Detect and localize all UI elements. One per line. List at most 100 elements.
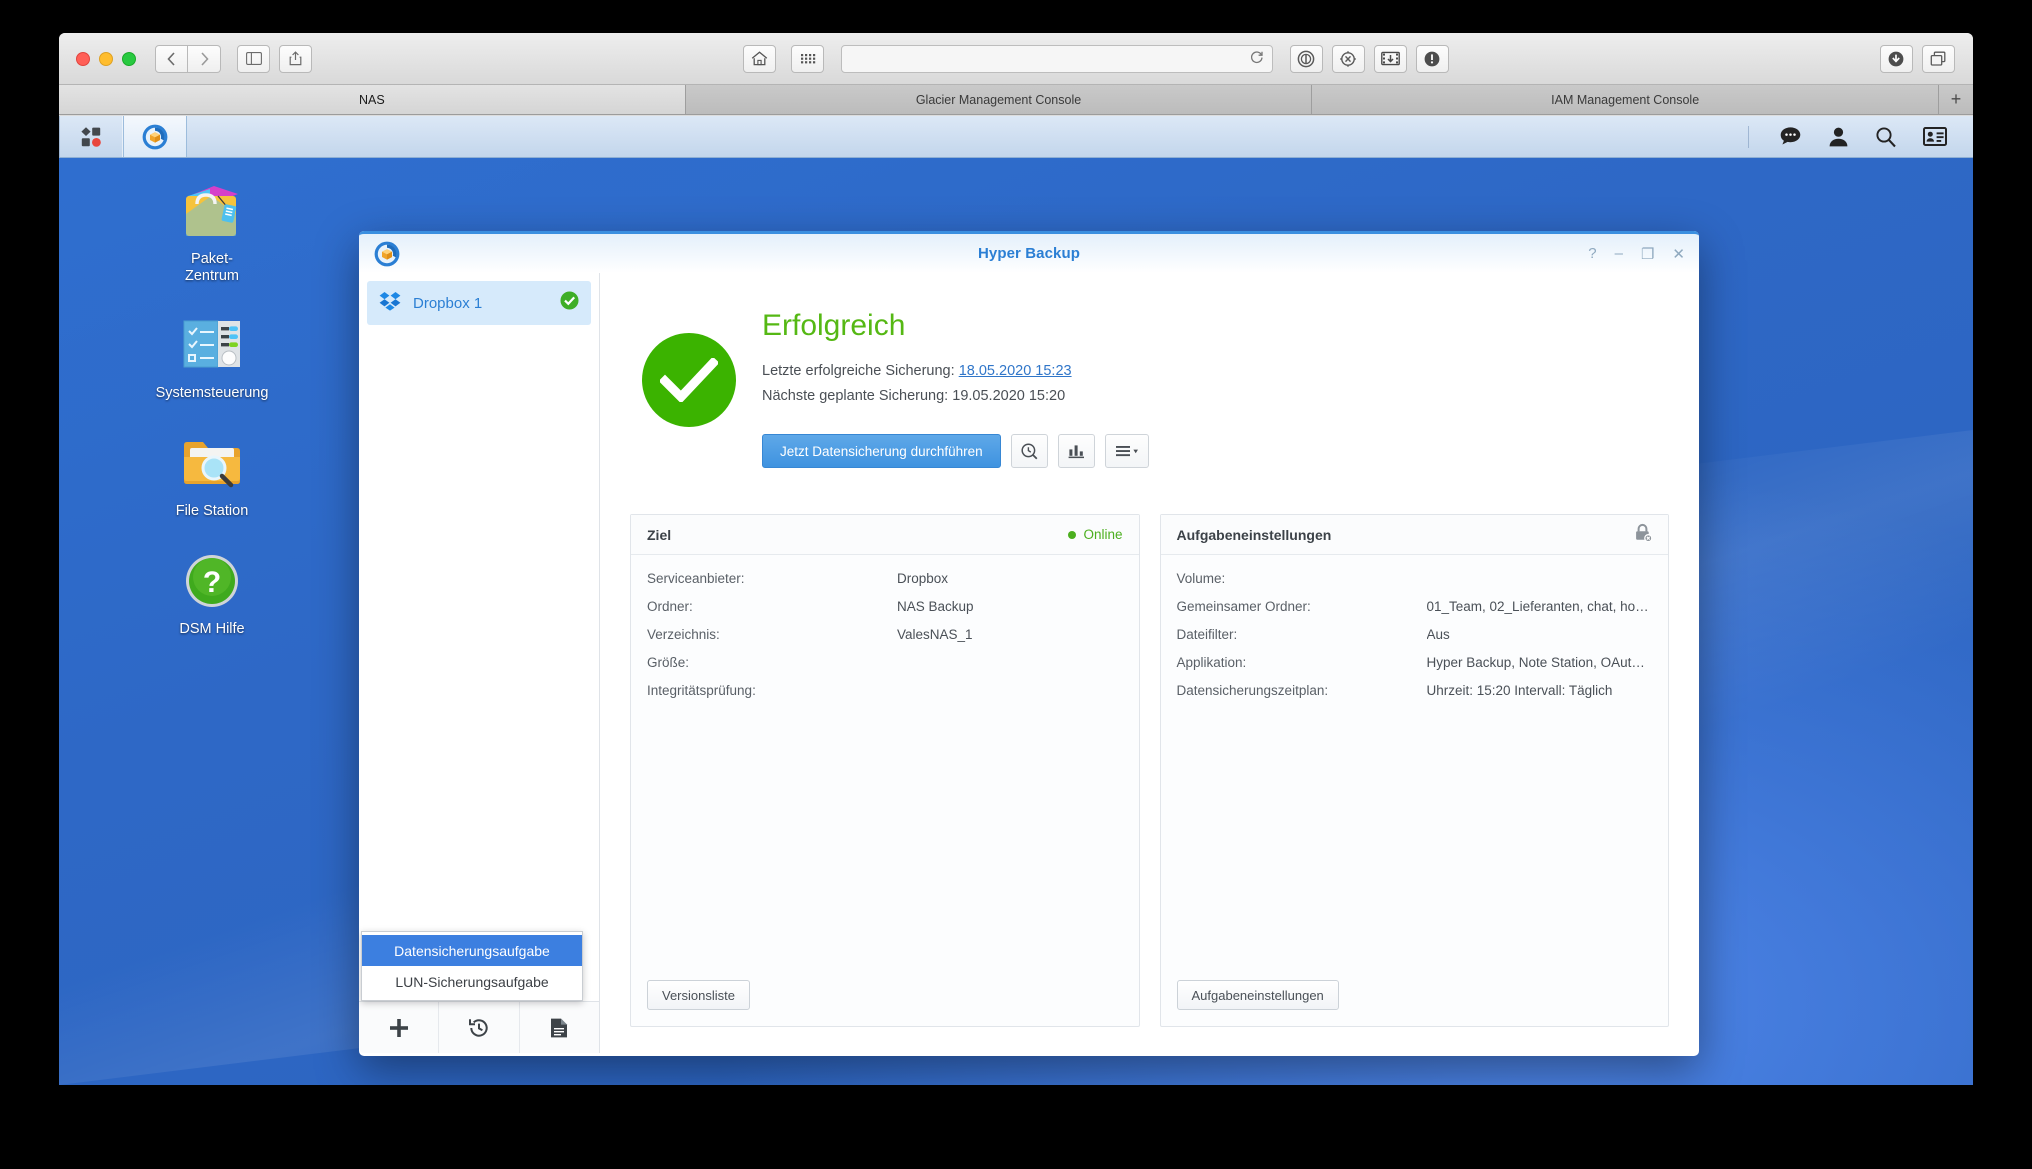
task-settings-panel-header: Aufgabeneinstellungen	[1160, 515, 1668, 555]
restore-button[interactable]	[439, 1002, 520, 1053]
close-button[interactable]: ✕	[1672, 245, 1685, 263]
detail-key: Integritätsprüfung:	[647, 683, 756, 698]
detail-key: Applikation:	[1176, 655, 1247, 670]
hyper-backup-icon	[373, 240, 401, 273]
task-settings-button[interactable]: Aufgabeneinstellungen	[1176, 980, 1339, 1010]
detail-key: Datensicherungszeitplan:	[1176, 683, 1329, 698]
task-settings-panel: Aufgabeneinstellungen Volume: Gemeinsame…	[1159, 514, 1669, 1027]
tab-strip: NAS Glacier Management Console IAM Manag…	[59, 85, 1973, 115]
detail-value	[897, 655, 1123, 670]
desktop-icon-systemsteuerung[interactable]: Systemsteuerung	[147, 312, 277, 402]
detail-value: 01_Team, 02_Lieferanten, chat, homes	[1426, 599, 1653, 614]
help-button[interactable]: ?	[1588, 245, 1596, 262]
file-station-icon	[147, 430, 277, 496]
hyper-backup-title-bar[interactable]: Hyper Backup ? – ❐ ✕	[359, 231, 1699, 273]
detail-row: Applikation: Hyper Backup, Note Station,…	[1177, 655, 1653, 670]
detail-value: Uhrzeit: 15:20 Intervall: Täglich	[1426, 683, 1613, 698]
alert-icon[interactable]	[1415, 44, 1449, 73]
home-icon[interactable]	[743, 44, 777, 73]
online-status-label: Online	[1083, 527, 1123, 542]
tab-label: IAM Management Console	[1551, 92, 1700, 107]
forward-icon[interactable]	[188, 44, 221, 73]
detail-value: NAS Backup	[897, 599, 974, 614]
detail-value	[1427, 571, 1653, 586]
minimize-button[interactable]: –	[1615, 245, 1623, 262]
detail-panels: Ziel Online Serviceanbieter: Dropbox Ord…	[630, 514, 1669, 1053]
menu-item-label: LUN-Sicherungsaufgabe	[395, 973, 549, 990]
notifications-icon[interactable]	[1779, 126, 1802, 147]
desktop-icon-dsm-hilfe[interactable]: ? DSM Hilfe	[147, 548, 277, 638]
desktop-icon-label: File Station	[175, 503, 249, 520]
search-icon[interactable]	[1875, 126, 1897, 148]
desktop-icon-list: Paket- Zentrum Systemsteuerung File Stat…	[147, 178, 277, 665]
version-list-button[interactable]: Versionsliste	[647, 980, 750, 1010]
window-title: Hyper Backup	[977, 245, 1081, 262]
ghostery-icon[interactable]	[1331, 44, 1365, 73]
share-icon[interactable]	[279, 44, 312, 73]
url-input[interactable]	[850, 51, 1250, 66]
next-backup-label: Nächste geplante Sicherung:	[762, 388, 949, 404]
task-sidebar: Dropbox 1 Datensicherungsaufgabe LUN-Sic…	[359, 273, 600, 1053]
detail-value: ValesNAS_1	[897, 627, 973, 642]
action-button-row: Jetzt Datensicherung durchführen	[762, 434, 1149, 468]
menu-item-lun-sicherungsaufgabe[interactable]: LUN-Sicherungsaufgabe	[362, 966, 582, 997]
user-icon[interactable]	[1828, 126, 1849, 147]
widgets-icon[interactable]	[1923, 127, 1947, 146]
tab-overview-icon[interactable]	[1921, 44, 1955, 73]
window-controls: ? – ❐ ✕	[1588, 245, 1685, 263]
reload-icon[interactable]	[1250, 50, 1264, 68]
desktop-icon-label: Systemsteuerung	[155, 385, 269, 402]
more-actions-button[interactable]	[1104, 434, 1149, 468]
last-backup-link[interactable]: 18.05.2020 15:23	[959, 363, 1072, 379]
help-icon: ?	[147, 548, 277, 614]
tab-nas[interactable]: NAS	[59, 85, 686, 114]
tab-iam-management-console[interactable]: IAM Management Console	[1312, 85, 1940, 114]
encryption-status	[1634, 523, 1653, 547]
detail-key: Dateifilter:	[1176, 627, 1238, 642]
sidebar-item-dropbox-1[interactable]: Dropbox 1	[367, 281, 591, 325]
desktop-icon-file-station[interactable]: File Station	[147, 430, 277, 520]
desktop-icon-label: Paket- Zentrum	[185, 251, 239, 284]
adblock-icon[interactable]	[1289, 44, 1323, 73]
show-all-tabs-icon[interactable]	[791, 44, 825, 73]
next-backup-line: Nächste geplante Sicherung: 19.05.2020 1…	[762, 388, 1149, 404]
statistics-button[interactable]	[1057, 434, 1095, 468]
log-button[interactable]	[520, 1002, 599, 1053]
video-download-icon[interactable]	[1373, 44, 1407, 73]
tab-glacier-management-console[interactable]: Glacier Management Console	[685, 85, 1313, 114]
last-backup-label: Letzte erfolgreiche Sicherung:	[762, 363, 955, 379]
hyper-backup-window: Hyper Backup ? – ❐ ✕ Dropbox 1 Datensich…	[359, 231, 1699, 1056]
detail-row: Ordner: NAS Backup	[647, 599, 1123, 614]
downloads-icon[interactable]	[1879, 44, 1913, 73]
last-backup-line: Letzte erfolgreiche Sicherung: 18.05.202…	[762, 363, 1149, 379]
explore-backup-button[interactable]	[1010, 434, 1048, 468]
taskbar-app-hyper-backup[interactable]	[123, 116, 187, 157]
next-backup-value: 19.05.2020 15:20	[952, 388, 1066, 404]
minimize-window-button[interactable]	[99, 51, 113, 66]
menu-item-datensicherungsaufgabe[interactable]: Datensicherungsaufgabe	[362, 935, 582, 966]
detail-row: Datensicherungszeitplan: Uhrzeit: 15:20 …	[1177, 683, 1653, 698]
detail-key: Ordner:	[647, 599, 693, 614]
status-success-icon	[642, 333, 736, 427]
hyper-backup-body: Dropbox 1 Datensicherungsaufgabe LUN-Sic…	[359, 273, 1699, 1053]
target-status: Online	[1068, 527, 1123, 542]
zoom-window-button[interactable]	[122, 51, 136, 66]
target-panel-body: Serviceanbieter: Dropbox Ordner: NAS Bac…	[631, 555, 1139, 966]
new-tab-button[interactable]: +	[1939, 85, 1973, 114]
add-task-button[interactable]	[359, 1002, 440, 1053]
add-task-popup-menu: Datensicherungsaufgabe LUN-Sicherungsauf…	[361, 931, 583, 1001]
run-backup-now-button[interactable]: Jetzt Datensicherung durchführen	[762, 434, 1001, 468]
back-icon[interactable]	[155, 44, 188, 73]
maximize-button[interactable]: ❐	[1641, 245, 1654, 263]
taskbar-divider	[1748, 125, 1749, 148]
task-detail-pane: Erfolgreich Letzte erfolgreiche Sicherun…	[600, 273, 1699, 1053]
task-settings-panel-title: Aufgabeneinstellungen	[1176, 526, 1332, 543]
desktop-icon-label: DSM Hilfe	[179, 620, 245, 637]
detail-value: Dropbox	[897, 571, 949, 586]
address-bar[interactable]	[841, 44, 1273, 73]
close-window-button[interactable]	[76, 51, 90, 66]
dsm-main-menu-button[interactable]	[59, 116, 123, 157]
sidebar-icon[interactable]	[237, 44, 270, 73]
target-panel-footer: Versionsliste	[631, 966, 1139, 1026]
desktop-icon-paket-zentrum[interactable]: Paket- Zentrum	[147, 178, 277, 284]
